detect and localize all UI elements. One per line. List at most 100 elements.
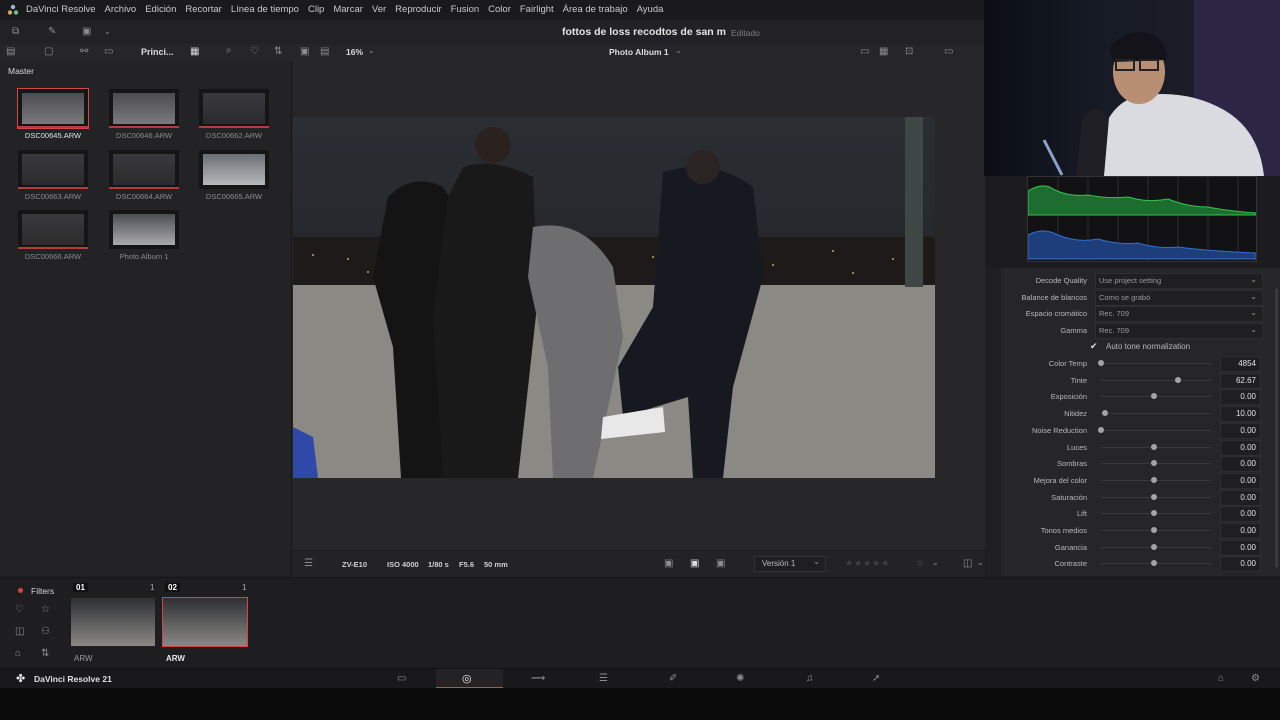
slider-value-field[interactable]: 0.00 [1220, 422, 1261, 439]
settings-gear-icon[interactable]: ⚙ [1251, 673, 1260, 685]
people-icon[interactable]: ⚇ [41, 626, 50, 638]
slider-value-field[interactable]: 0.00 [1220, 456, 1261, 473]
bookmark-icon[interactable]: ◫ [15, 626, 24, 638]
page-fairlight-icon[interactable]: ♫ [806, 673, 814, 685]
inspector-scrollbar[interactable] [1275, 288, 1278, 568]
album-select[interactable]: Photo Album 1 [609, 47, 669, 57]
clip-item[interactable]: DSC00663.ARW [18, 150, 88, 201]
slider-value-field[interactable]: 0.00 [1220, 506, 1261, 523]
chevron-down-icon[interactable]: ⌄ [368, 45, 375, 57]
page-color-icon[interactable]: ✺ [736, 673, 744, 685]
filters-label[interactable]: Filters [31, 586, 54, 596]
menu-item[interactable]: Edición [145, 0, 181, 20]
slider-handle[interactable] [1098, 426, 1104, 433]
fit-icon[interactable]: ⊡ [905, 46, 913, 58]
viewer-mode-icon[interactable]: ▣ [300, 46, 309, 58]
image-icon[interactable]: ▣ [690, 558, 699, 570]
chevron-down-icon[interactable]: ⌄ [932, 557, 939, 569]
slider-value-field[interactable]: 4854 [1220, 356, 1261, 372]
slider-value-field[interactable]: 0.00 [1220, 523, 1261, 539]
single-view-icon[interactable]: ▭ [860, 46, 869, 58]
menu-item[interactable]: Línea de tiempo [231, 0, 304, 20]
image-add-icon[interactable]: ▣ [664, 558, 673, 570]
slider-handle[interactable] [1150, 510, 1157, 517]
page-deliver-icon[interactable]: ➚ [872, 673, 880, 685]
dropdown-select[interactable]: Rec. 709 ⌄ [1095, 306, 1263, 323]
heart-icon[interactable]: ♡ [250, 46, 259, 58]
slider-handle[interactable] [1150, 443, 1157, 450]
bin-tab[interactable]: Princi... [141, 47, 174, 57]
home-icon[interactable]: ⌂ [1218, 673, 1224, 685]
slider-track[interactable] [1101, 413, 1211, 415]
menu-item[interactable]: Ver [372, 0, 391, 20]
page-media-icon[interactable]: ▭ [397, 673, 406, 685]
slider-value-field[interactable]: 0.00 [1220, 539, 1261, 556]
slider-track[interactable] [1101, 379, 1211, 381]
slider-value-field[interactable]: 0.00 [1220, 439, 1261, 456]
page-edit-icon[interactable]: ☰ [599, 673, 608, 685]
dropdown-select[interactable]: Como se grabó ⌄ [1095, 289, 1263, 306]
menu-item[interactable]: Ayuda [637, 0, 669, 20]
star-icon[interactable]: ☆ [41, 604, 50, 616]
slider-value-field[interactable]: 0.00 [1220, 472, 1261, 489]
clip-item[interactable]: DSC00645.ARW [17, 88, 89, 140]
zoom-select[interactable]: 16% [346, 47, 363, 57]
menu-item[interactable]: Área de trabajo [563, 0, 633, 20]
chevron-down-icon[interactable]: ⌄ [675, 45, 682, 57]
menu-item[interactable]: Archivo [105, 0, 142, 20]
menu-item[interactable]: Fusion [451, 0, 485, 20]
tag-icon[interactable]: ⌂ [15, 648, 21, 660]
slider-handle[interactable] [1150, 560, 1157, 567]
slider-value-field[interactable]: 0.00 [1220, 556, 1261, 573]
split-view-icon[interactable]: ▦ [879, 46, 888, 58]
star-rating[interactable]: ★★★★★ [845, 558, 890, 569]
magic-wand-icon[interactable]: ✎ [48, 26, 56, 38]
search-icon[interactable]: ⌕ [226, 45, 232, 57]
menu-item[interactable]: Recortar [185, 0, 226, 20]
menu-item[interactable]: Color [488, 0, 516, 20]
sort-icon[interactable]: ⇅ [41, 648, 49, 660]
flag-icon[interactable]: ◌ [917, 558, 923, 570]
bookmark-icon[interactable]: ◫ [963, 558, 972, 570]
compare-icon[interactable]: ▤ [320, 46, 329, 58]
checkbox-icon[interactable]: ✔ [1090, 341, 1098, 352]
version-select[interactable]: Versión 1 ⌄ [754, 556, 826, 572]
clip-item[interactable]: DSC00665.ARW [199, 150, 269, 201]
slider-value-field[interactable]: 62.67 [1220, 372, 1261, 389]
media-pool-toggle-icon[interactable]: ⧉ [12, 26, 19, 38]
menu-item[interactable]: Clip [308, 0, 329, 20]
page-photo-tab[interactable]: ◎ [436, 669, 503, 689]
dropdown-select[interactable]: Rec. 709 ⌄ [1095, 323, 1263, 340]
menu-item[interactable]: Fairlight [520, 0, 559, 20]
master-bin-label[interactable]: Master [8, 66, 34, 76]
adjust-icon[interactable]: ☰ [304, 558, 313, 570]
grid-view-icon[interactable]: ▦ [190, 46, 199, 58]
slider-track[interactable] [1101, 429, 1211, 431]
heart-icon[interactable]: ♡ [15, 604, 24, 616]
slider-value-field[interactable]: 0.00 [1220, 489, 1261, 506]
menu-item[interactable]: DaVinci Resolve [26, 0, 101, 20]
slider-handle[interactable] [1098, 360, 1104, 366]
chevron-down-icon[interactable]: ⌄ [977, 557, 984, 569]
slider-value-field[interactable]: 0.00 [1220, 389, 1261, 406]
slider-value-field[interactable]: 10.00 [1220, 406, 1261, 423]
slider-handle[interactable] [1150, 476, 1157, 483]
page-cut-icon[interactable]: ⟿ [531, 673, 545, 685]
sort-icon[interactable]: ⇅ [274, 46, 282, 58]
dropdown-select[interactable]: Use project setting ⌄ [1095, 273, 1263, 289]
clip-item[interactable]: DSC00646.ARW [109, 89, 179, 140]
new-bin-icon[interactable]: ▢ [44, 46, 53, 58]
slider-handle[interactable] [1150, 460, 1157, 467]
link-icon[interactable]: ⚯ [80, 46, 88, 58]
slider-handle[interactable] [1150, 393, 1157, 400]
slider-track[interactable] [1101, 363, 1211, 364]
clip-item[interactable]: DSC00664.ARW [109, 150, 179, 201]
photo-preview[interactable] [293, 117, 935, 478]
image-import-icon[interactable]: ▣ [82, 26, 91, 38]
display-options-icon[interactable]: ▭ [944, 46, 953, 58]
clip-item[interactable]: Photo Album 1 [109, 210, 179, 261]
slider-handle[interactable] [1175, 376, 1181, 383]
panel-layout-icon[interactable]: ▤ [6, 46, 15, 58]
chevron-down-icon[interactable]: ⌄ [104, 26, 111, 38]
slider-handle[interactable] [1150, 543, 1157, 550]
